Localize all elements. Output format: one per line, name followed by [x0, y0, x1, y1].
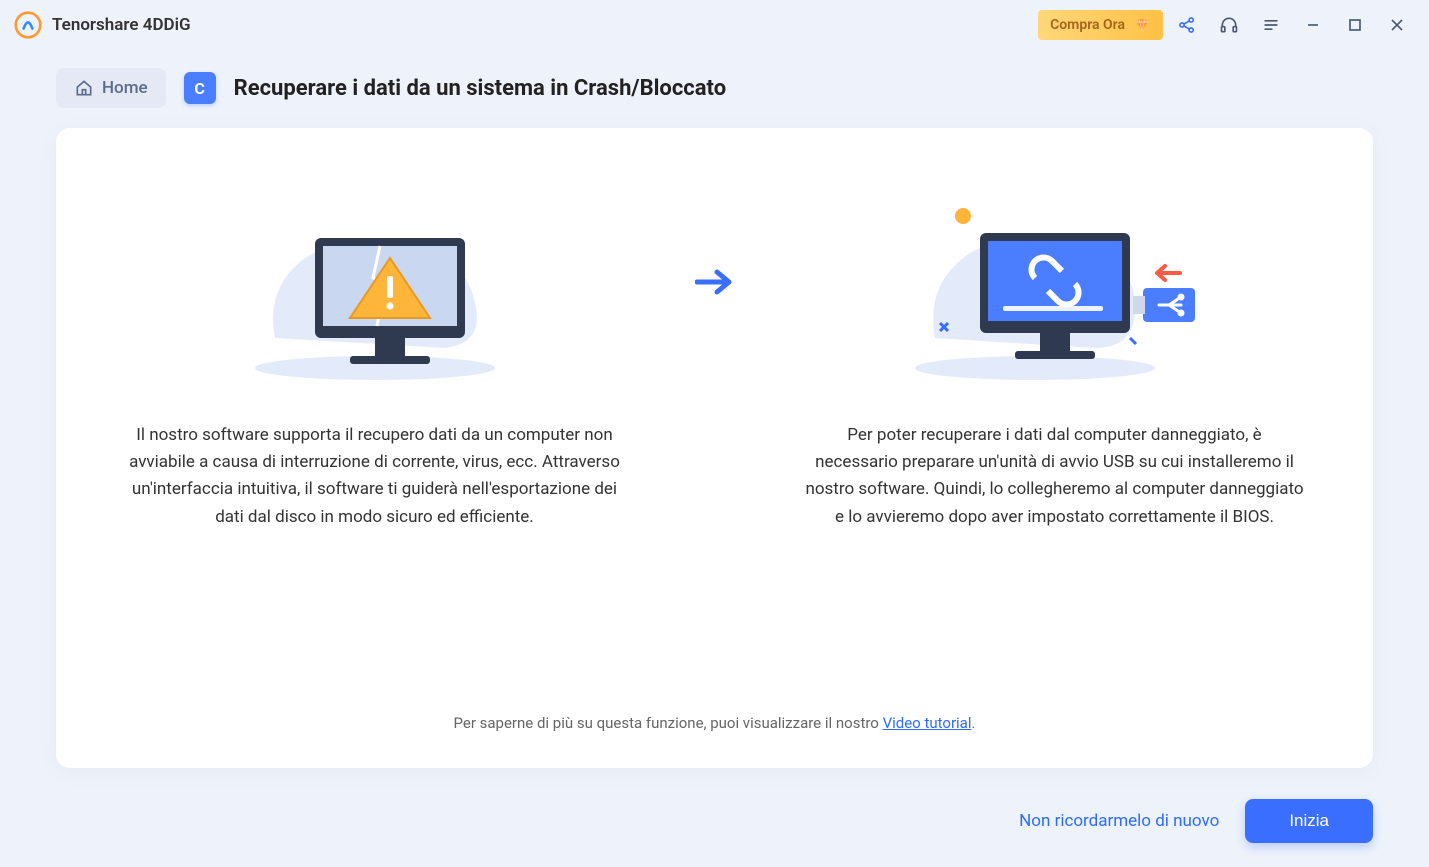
buy-now-label: Compra Ora — [1050, 17, 1125, 33]
page-title: Recuperare i dati da un sistema in Crash… — [234, 76, 727, 101]
buy-now-button[interactable]: Compra Ora — [1038, 10, 1163, 40]
home-breadcrumb-button[interactable]: Home — [56, 68, 166, 108]
titlebar-left: Tenorshare 4DDiG — [14, 11, 191, 39]
recovery-computer-illustration — [885, 188, 1225, 388]
titlebar-right: Compra Ora — [1038, 7, 1415, 43]
app-logo-icon — [14, 11, 42, 39]
main-card: Il nostro software supporta il recupero … — [56, 128, 1373, 768]
right-description: Per poter recuperare i dati dal computer… — [805, 422, 1305, 531]
footer-actions: Non ricordarmelo di nuovo Inizia — [1019, 799, 1373, 843]
share-icon[interactable] — [1169, 7, 1205, 43]
start-button[interactable]: Inizia — [1245, 799, 1373, 843]
home-label: Home — [102, 78, 148, 98]
left-description: Il nostro software supporta il recupero … — [125, 422, 625, 531]
tutorial-text: Per saperne di più su questa funzione, p… — [56, 714, 1373, 732]
breadcrumb: Home C Recuperare i dati da un sistema i… — [0, 50, 1429, 108]
content-row: Il nostro software supporta il recupero … — [96, 188, 1333, 531]
right-column: Per poter recuperare i dati dal computer… — [785, 188, 1325, 531]
diamond-icon — [1133, 16, 1151, 34]
arrow-icon — [685, 268, 745, 296]
crash-recovery-icon: C — [184, 72, 216, 104]
tutorial-suffix: . — [971, 714, 975, 732]
app-title: Tenorshare 4DDiG — [52, 15, 191, 35]
headphones-icon[interactable] — [1211, 7, 1247, 43]
dont-remind-link[interactable]: Non ricordarmelo di nuovo — [1019, 811, 1219, 831]
left-column: Il nostro software supporta il recupero … — [105, 188, 645, 531]
video-tutorial-link[interactable]: Video tutorial — [883, 714, 972, 732]
close-button[interactable] — [1379, 7, 1415, 43]
titlebar: Tenorshare 4DDiG Compra Ora — [0, 0, 1429, 50]
crashed-computer-illustration — [205, 188, 545, 388]
tutorial-prefix: Per saperne di più su questa funzione, p… — [454, 714, 883, 732]
maximize-button[interactable] — [1337, 7, 1373, 43]
menu-icon[interactable] — [1253, 7, 1289, 43]
minimize-button[interactable] — [1295, 7, 1331, 43]
